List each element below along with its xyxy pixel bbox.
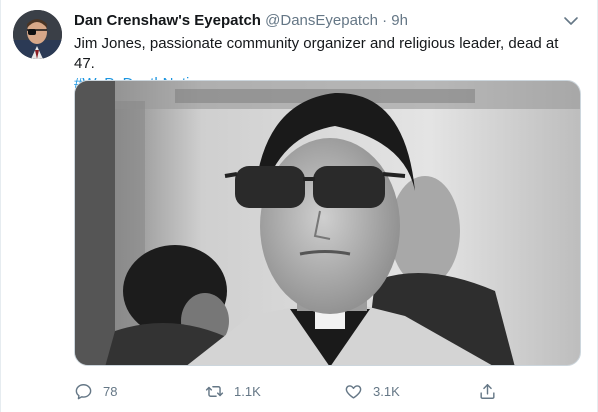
like-button[interactable]: 3.1K bbox=[344, 379, 400, 403]
reply-button[interactable]: 78 bbox=[74, 379, 117, 403]
retweet-icon bbox=[205, 385, 224, 397]
timestamp[interactable]: 9h bbox=[391, 12, 408, 29]
retweet-count: 1.1K bbox=[234, 383, 261, 399]
tweet-header: Dan Crenshaw's Eyepatch @DansEyepatch · … bbox=[74, 11, 557, 31]
reply-count: 78 bbox=[103, 383, 118, 399]
tweet-body: Jim Jones, passionate community organize… bbox=[74, 35, 559, 72]
reply-icon bbox=[75, 383, 92, 399]
share-button[interactable] bbox=[478, 379, 507, 403]
tweet-photo[interactable] bbox=[74, 80, 581, 366]
display-name[interactable]: Dan Crenshaw's Eyepatch bbox=[74, 12, 261, 29]
chevron-down-icon[interactable] bbox=[562, 12, 580, 30]
separator-dot: · bbox=[382, 12, 388, 29]
tweet-card[interactable]: Dan Crenshaw's Eyepatch @DansEyepatch · … bbox=[0, 0, 598, 412]
share-icon bbox=[480, 383, 495, 399]
retweet-button[interactable]: 1.1K bbox=[205, 379, 261, 403]
heart-icon bbox=[345, 384, 362, 399]
handle[interactable]: @DansEyepatch bbox=[265, 12, 378, 29]
avatar[interactable] bbox=[13, 10, 62, 59]
like-count: 3.1K bbox=[373, 383, 400, 399]
action-bar: 78 1.1K 3.1K bbox=[74, 379, 514, 403]
